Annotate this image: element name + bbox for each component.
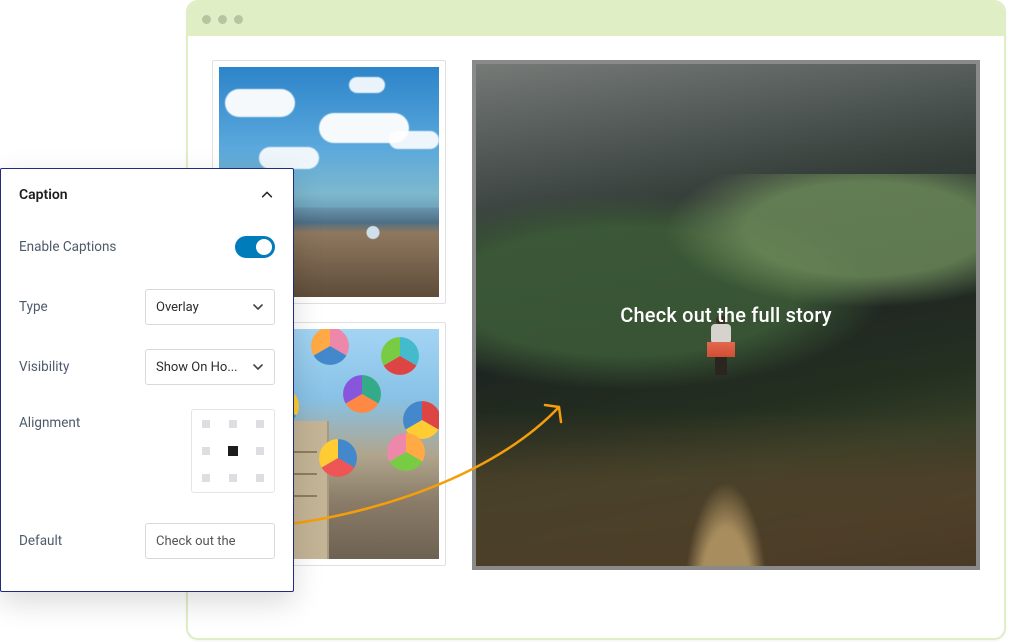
align-middle-left[interactable] — [192, 437, 219, 464]
browser-window: Check out the full story — [186, 0, 1006, 640]
type-label: Type — [19, 299, 48, 315]
enable-captions-row: Enable Captions — [19, 229, 275, 265]
panel-header[interactable]: Caption — [19, 187, 275, 203]
visibility-select-value: Show On Ho... — [156, 360, 238, 375]
visibility-row: Visibility Show On Ho... — [19, 349, 275, 385]
viewport: Check out the full story — [188, 36, 1004, 638]
align-top-center[interactable] — [219, 410, 246, 437]
visibility-label: Visibility — [19, 359, 69, 375]
default-label: Default — [19, 533, 62, 549]
caption-overlay: Check out the full story — [476, 64, 976, 566]
window-dot — [218, 15, 227, 24]
align-bottom-right[interactable] — [247, 465, 274, 492]
type-row: Type Overlay — [19, 289, 275, 325]
alignment-grid — [191, 409, 275, 493]
type-select[interactable]: Overlay — [145, 289, 275, 325]
gallery: Check out the full story — [212, 60, 980, 570]
caption-text: Check out the full story — [620, 303, 832, 327]
enable-captions-label: Enable Captions — [19, 239, 116, 255]
chevron-up-icon[interactable] — [259, 187, 275, 203]
align-top-left[interactable] — [192, 410, 219, 437]
window-dot — [234, 15, 243, 24]
enable-captions-toggle[interactable] — [235, 236, 275, 258]
default-caption-input[interactable]: Check out the — [145, 523, 275, 559]
align-top-right[interactable] — [247, 410, 274, 437]
window-titlebar — [188, 2, 1004, 36]
lightbox-image[interactable]: Check out the full story — [472, 60, 980, 570]
visibility-select[interactable]: Show On Ho... — [145, 349, 275, 385]
chevron-down-icon — [252, 361, 264, 373]
align-bottom-left[interactable] — [192, 465, 219, 492]
window-dot — [202, 15, 211, 24]
align-middle-center[interactable] — [219, 437, 246, 464]
chevron-down-icon — [252, 301, 264, 313]
caption-settings-panel: Caption Enable Captions Type Overlay Vis… — [0, 168, 294, 592]
panel-title: Caption — [19, 187, 68, 203]
align-middle-right[interactable] — [247, 437, 274, 464]
featured-image: Check out the full story — [476, 64, 976, 566]
default-caption-value: Check out the — [156, 534, 236, 549]
default-row: Default Check out the — [19, 523, 275, 559]
alignment-row: Alignment — [19, 409, 275, 493]
type-select-value: Overlay — [156, 300, 199, 315]
align-bottom-center[interactable] — [219, 465, 246, 492]
alignment-label: Alignment — [19, 409, 80, 431]
